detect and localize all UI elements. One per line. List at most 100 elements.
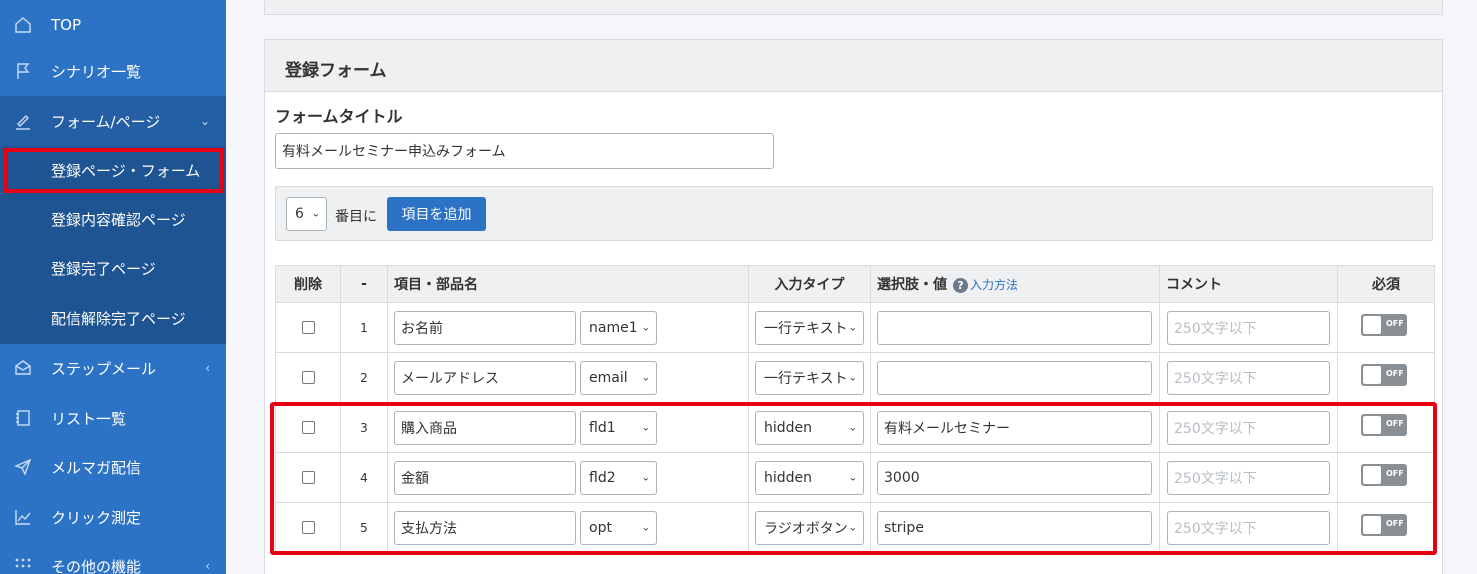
nav-item-step-mail[interactable]: ステップメール ‹ — [0, 343, 226, 393]
delete-checkbox[interactable] — [301, 321, 315, 334]
chevron-left-icon: ‹ — [205, 361, 210, 375]
required-cell: OFF — [1337, 402, 1435, 453]
sub-item-complete-page[interactable]: 登録完了ページ — [0, 244, 226, 293]
fields-table: 削除 - 項目・部品名 入力タイプ 選択肢・値? 入力方法 コメント 必須 1 お名… — [275, 265, 1435, 553]
type-cell: 一行テキスト ⌄ — [748, 352, 871, 403]
input-type-select[interactable]: hidden ⌄ — [755, 411, 864, 445]
comment-input[interactable]: 250文字以下 — [1167, 411, 1330, 445]
comment-input[interactable]: 250文字以下 — [1167, 311, 1330, 345]
nav-item-click-tracking[interactable]: クリック測定 — [0, 492, 226, 542]
field-name-input[interactable]: 購入商品 — [394, 411, 576, 445]
item-cell: 支払方法 opt ⌄ — [387, 502, 749, 553]
delete-checkbox[interactable] — [301, 521, 315, 534]
nav-item-other[interactable]: その他の機能 ‹ — [0, 541, 226, 574]
help-icon[interactable]: ? — [953, 277, 968, 293]
field-key-select[interactable]: fld2 ⌄ — [580, 461, 657, 495]
field-name-input[interactable]: 金額 — [394, 461, 576, 495]
required-toggle[interactable]: OFF — [1361, 514, 1407, 536]
input-type-select[interactable]: 一行テキスト ⌄ — [755, 311, 864, 345]
delete-checkbox[interactable] — [301, 371, 315, 384]
toggle-label: OFF — [1386, 519, 1404, 528]
choices-cell — [870, 302, 1160, 353]
chevron-down-icon: ⌄ — [199, 114, 210, 128]
field-name-input[interactable]: 支払方法 — [394, 511, 576, 545]
choices-input[interactable]: 3000 — [877, 461, 1152, 495]
delete-checkbox[interactable] — [301, 471, 315, 484]
choices-cell: stripe — [870, 502, 1160, 553]
required-cell: OFF — [1337, 352, 1435, 403]
field-key-select[interactable]: email ⌄ — [580, 361, 657, 395]
toggle-label: OFF — [1386, 469, 1404, 478]
row-number: 1 — [340, 302, 388, 353]
required-cell: OFF — [1337, 302, 1435, 353]
chevron-down-icon: ⌄ — [641, 322, 650, 334]
list-icon — [12, 407, 34, 429]
sub-item-registration-form[interactable]: 登録ページ・フォーム — [4, 148, 224, 193]
chevron-down-icon: ⌄ — [846, 372, 857, 384]
delete-cell — [275, 302, 341, 353]
position-select[interactable]: 6 ⌄ — [286, 197, 327, 231]
comment-cell: 250文字以下 — [1159, 452, 1338, 503]
item-cell: お名前 name1 ⌄ — [387, 302, 749, 353]
choices-input[interactable]: stripe — [877, 511, 1152, 545]
grid-icon — [12, 555, 34, 574]
type-cell: hidden ⌄ — [748, 452, 871, 503]
toggle-label: OFF — [1386, 369, 1404, 378]
sidebar: TOP シナリオ一覧 フォーム/ページ ⌄ 登録ページ・フォーム 登録内容確認ペ… — [0, 0, 226, 574]
required-toggle[interactable]: OFF — [1361, 314, 1407, 336]
position-select-value: 6 — [295, 206, 304, 222]
sub-item-unsubscribe-page[interactable]: 配信解除完了ページ — [0, 294, 226, 343]
field-key-value: opt — [589, 520, 612, 536]
field-key-value: email — [589, 370, 628, 386]
form-title-input[interactable] — [275, 133, 774, 169]
row-number: 5 — [340, 502, 388, 553]
field-key-select[interactable]: opt ⌄ — [580, 511, 657, 545]
form-title-label: フォームタイトル — [275, 107, 403, 126]
pen-icon — [12, 110, 34, 132]
choices-input[interactable]: 有料メールセミナー — [877, 411, 1152, 445]
comment-input[interactable]: 250文字以下 — [1167, 461, 1330, 495]
sub-item-confirm-page[interactable]: 登録内容確認ページ — [0, 195, 226, 244]
toggle-knob — [1363, 516, 1381, 534]
delete-checkbox[interactable] — [301, 421, 315, 434]
field-name-input[interactable]: お名前 — [394, 311, 576, 345]
nav-item-list[interactable]: リスト一覧 — [0, 393, 226, 443]
nav-item-magazine[interactable]: メルマガ配信 — [0, 442, 226, 492]
nav-item-top[interactable]: TOP — [0, 0, 226, 50]
type-cell: 一行テキスト ⌄ — [748, 302, 871, 353]
input-type-select[interactable]: hidden ⌄ — [755, 461, 864, 495]
choices-input[interactable] — [877, 311, 1152, 345]
field-key-select[interactable]: name1 ⌄ — [580, 311, 657, 345]
header-num: - — [340, 265, 388, 303]
nav-item-label: クリック測定 — [51, 508, 142, 527]
header-delete: 削除 — [275, 265, 341, 303]
field-key-value: fld2 — [589, 470, 616, 486]
input-type-select[interactable]: ラジオボタン ⌄ — [755, 511, 864, 545]
nav-item-label: メルマガ配信 — [51, 458, 142, 477]
required-cell: OFF — [1337, 452, 1435, 503]
help-link[interactable]: 入力方法 — [970, 278, 1018, 292]
comment-input[interactable]: 250文字以下 — [1167, 361, 1330, 395]
nav-item-label: その他の機能 — [51, 557, 142, 574]
input-type-select[interactable]: 一行テキスト ⌄ — [755, 361, 864, 395]
field-key-select[interactable]: fld1 ⌄ — [580, 411, 657, 445]
nav-item-form-page[interactable]: フォーム/ページ ⌄ — [0, 96, 226, 146]
type-cell: ラジオボタン ⌄ — [748, 502, 871, 553]
required-toggle[interactable]: OFF — [1361, 414, 1407, 436]
choices-input[interactable] — [877, 361, 1152, 395]
input-type-value: ラジオボタン — [764, 521, 848, 537]
table-row: 2 メールアドレス email ⌄ 一行テキスト ⌄ 250文字以下 OFF — [275, 352, 1435, 403]
nav-item-scenario-list[interactable]: シナリオ一覧 — [0, 46, 226, 96]
comment-input[interactable]: 250文字以下 — [1167, 511, 1330, 545]
field-name-input[interactable]: メールアドレス — [394, 361, 576, 395]
toggle-label: OFF — [1386, 419, 1404, 428]
header-comment: コメント — [1159, 265, 1338, 303]
chevron-down-icon: ⌄ — [641, 422, 650, 434]
required-toggle[interactable]: OFF — [1361, 364, 1407, 386]
add-field-button[interactable]: 項目を追加 — [387, 197, 486, 231]
required-toggle[interactable]: OFF — [1361, 464, 1407, 486]
sub-item-label: 登録ページ・フォーム — [51, 162, 201, 180]
previous-panel — [264, 0, 1443, 15]
toggle-knob — [1363, 366, 1381, 384]
chart-icon — [12, 506, 34, 528]
